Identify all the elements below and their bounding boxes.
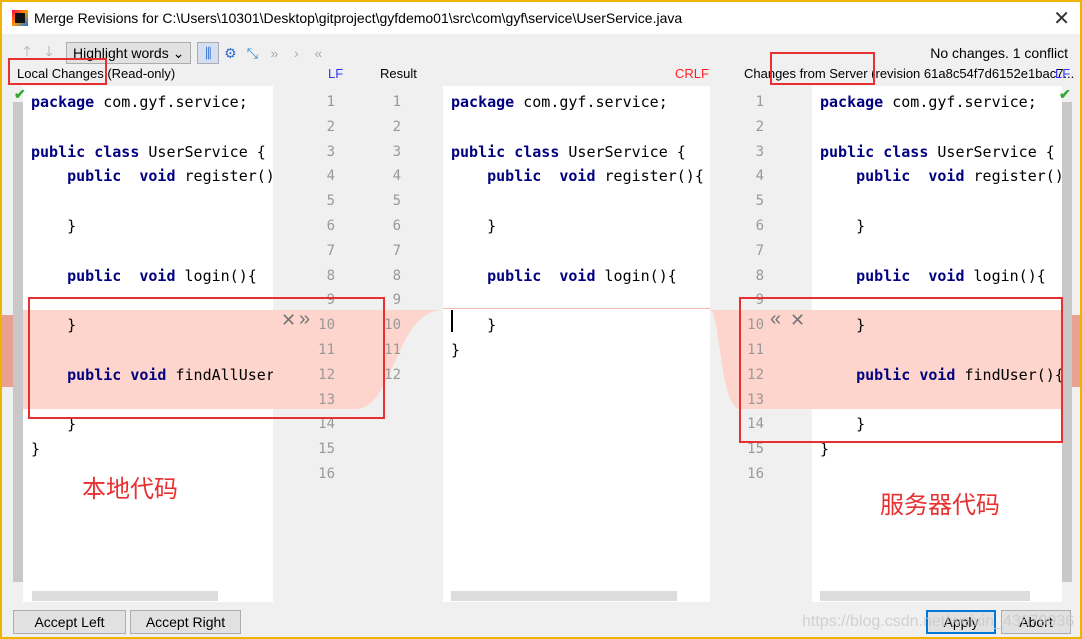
conflict-stripe-right <box>1072 315 1080 387</box>
code-line: } <box>451 316 497 335</box>
right-check-icon: ✔ <box>1059 86 1071 102</box>
accept-right-button[interactable]: Accept Right <box>130 610 241 634</box>
right-scrollbar[interactable] <box>1062 102 1072 582</box>
watermark: https://blog.csdn.net/weixin_43679936 <box>802 613 1075 630</box>
left-line-numbers: 1 2 3 4 5 6 7 8 9 10 11 12 13 14 15 16 <box>313 90 335 487</box>
code-line: } <box>451 216 497 235</box>
code-line: package com.gyf.service; <box>451 93 668 111</box>
code-line: public void register(){ <box>487 167 704 186</box>
line-number: 6 <box>755 217 764 234</box>
code-line: package com.gyf.service; <box>31 93 248 111</box>
result-editor[interactable]: package com.gyf.service; public class Us… <box>443 86 710 602</box>
left-code: package com.gyf.service; public class Us… <box>31 90 273 487</box>
line-number: 5 <box>326 193 335 210</box>
line-number: 7 <box>755 242 764 259</box>
line-number: 6 <box>326 217 335 234</box>
annotation-box-server-conflict <box>739 297 1063 443</box>
code-line: public void login(){ <box>487 266 677 285</box>
line-number: 8 <box>755 267 764 284</box>
annotation-box-local-header <box>8 58 107 85</box>
line-number: 1 <box>755 94 764 110</box>
window-title: Merge Revisions for C:\Users\10301\Deskt… <box>34 10 683 26</box>
apply-non-conflicting-icon[interactable]: » <box>263 42 285 64</box>
code-line: } <box>31 216 77 235</box>
result-code: package com.gyf.service; public class Us… <box>451 90 704 388</box>
left-check-icon: ✔ <box>14 86 26 102</box>
accept-left-button[interactable]: Accept Left <box>13 610 126 634</box>
annotation-local: 本地代码 <box>82 475 178 503</box>
code-line: } <box>31 440 41 459</box>
annotation-server: 服务器代码 <box>880 491 1000 519</box>
conflict-connector <box>710 310 740 409</box>
annotation-box-local-conflict <box>28 297 385 419</box>
conflict-stripe-left <box>2 315 13 387</box>
code-line: public void register() <box>67 167 273 186</box>
line-number: 2 <box>392 118 401 135</box>
merge-window: Merge Revisions for C:\Users\10301\Deskt… <box>2 2 1080 637</box>
middle-header: Result <box>380 66 417 81</box>
code-line: } <box>820 216 866 235</box>
apply-right-icon[interactable]: « <box>307 42 329 64</box>
line-number: 5 <box>392 193 401 210</box>
line-number: 5 <box>755 193 764 210</box>
collapse-icon[interactable]: ⤡ <box>241 42 263 64</box>
code-line: } <box>451 340 461 359</box>
line-number: 7 <box>392 242 401 259</box>
code-line: public class UserService { <box>451 142 686 161</box>
code-line: public class UserService { <box>31 142 266 161</box>
left-scrollbar[interactable] <box>13 102 23 582</box>
line-number: 16 <box>747 465 764 482</box>
line-number: 4 <box>392 168 401 185</box>
line-number: 1 <box>392 94 401 110</box>
side-by-side-icon[interactable]: ⫼ <box>197 42 220 64</box>
left-eol[interactable]: LF <box>328 66 343 81</box>
line-number: 3 <box>392 143 401 160</box>
line-number: 2 <box>326 118 335 135</box>
line-number: 7 <box>326 242 335 259</box>
code-line: public void login(){ <box>67 266 257 285</box>
line-number: 3 <box>326 143 335 160</box>
line-number: 2 <box>755 118 764 135</box>
apply-left-icon[interactable]: › <box>285 42 307 64</box>
line-number: 8 <box>326 267 335 284</box>
status-text: No changes. 1 conflict <box>930 45 1068 61</box>
line-number: 15 <box>318 441 335 458</box>
middle-eol[interactable]: CRLF <box>675 66 709 81</box>
line-number: 1 <box>326 94 335 110</box>
annotation-box-server-header <box>770 52 875 85</box>
code-line: public void login(){ <box>856 266 1046 285</box>
close-icon[interactable]: ✕ <box>1053 6 1070 31</box>
code-line: public class UserService { <box>820 142 1055 161</box>
left-hscroll[interactable] <box>32 591 218 601</box>
middle-hscroll[interactable] <box>451 591 677 601</box>
intellij-icon <box>12 10 28 26</box>
code-line: package com.gyf.service; <box>820 93 1037 111</box>
line-number: 4 <box>326 168 335 185</box>
line-number: 8 <box>392 267 401 284</box>
line-number: 4 <box>755 168 764 185</box>
title-bar: Merge Revisions for C:\Users\10301\Deskt… <box>2 2 1080 34</box>
line-number: 16 <box>318 465 335 482</box>
line-number: 6 <box>392 217 401 234</box>
line-number: 3 <box>755 143 764 160</box>
code-line: public void register(){ <box>856 167 1062 186</box>
settings-gear-icon[interactable]: ⚙ <box>219 42 241 64</box>
right-eol[interactable]: LF <box>1055 66 1070 81</box>
right-hscroll[interactable] <box>820 591 1030 601</box>
